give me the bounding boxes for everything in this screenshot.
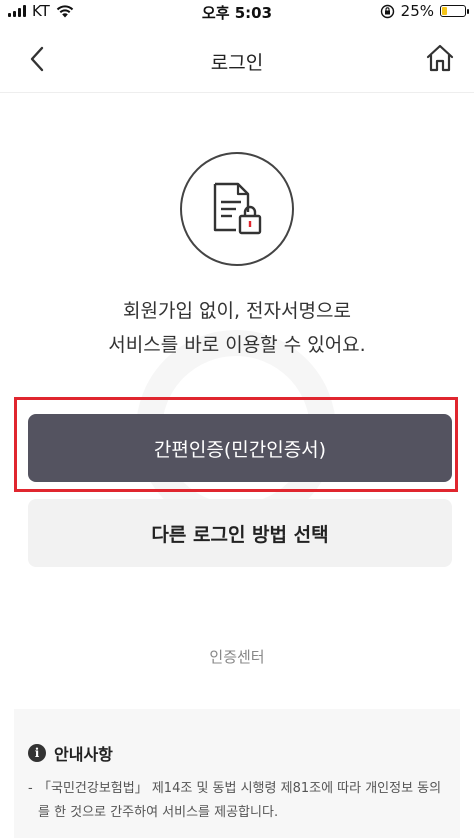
page-title: 로그인 bbox=[210, 52, 264, 74]
notice-title: 안내사항 bbox=[54, 745, 113, 764]
bullet-dash: - bbox=[28, 781, 33, 796]
status-right: 25% bbox=[380, 2, 469, 20]
home-icon bbox=[426, 44, 454, 72]
notice-item: - 「국민건강보험법」 제14조 및 동법 시행령 제81조에 따라 개인정보 … bbox=[28, 777, 446, 825]
document-icon bbox=[213, 182, 262, 235]
notice-header: i 안내사항 bbox=[28, 741, 113, 765]
status-bar: KT 오후 5:03 25% bbox=[0, 0, 474, 24]
cert-center-link[interactable]: 인증센터 bbox=[0, 646, 474, 667]
nav-divider bbox=[0, 92, 474, 93]
orientation-lock-icon bbox=[380, 4, 394, 18]
other-login-button[interactable]: 다른 로그인 방법 선택 bbox=[28, 499, 452, 567]
intro-text-line1: 회원가입 없이, 전자서명으로 bbox=[123, 300, 351, 322]
notice-item-text: 「국민건강보험법」 제14조 및 동법 시행령 제81조에 따라 개인정보 동의… bbox=[38, 781, 442, 820]
info-icon: i bbox=[28, 744, 46, 762]
document-lock-icon bbox=[180, 152, 294, 266]
battery-icon bbox=[440, 5, 469, 17]
home-button[interactable] bbox=[424, 42, 456, 74]
intro-text-line2: 서비스를 바로 이용할 수 있어요. bbox=[108, 334, 366, 356]
navigation-bar: 로그인 bbox=[0, 28, 474, 92]
simple-auth-button[interactable]: 간편인증(민간인증서) bbox=[28, 414, 452, 482]
battery-percent: 25% bbox=[400, 2, 434, 20]
notice-panel: i 안내사항 - 「국민건강보험법」 제14조 및 동법 시행령 제81조에 따… bbox=[14, 709, 460, 838]
battery-fill bbox=[442, 7, 447, 15]
